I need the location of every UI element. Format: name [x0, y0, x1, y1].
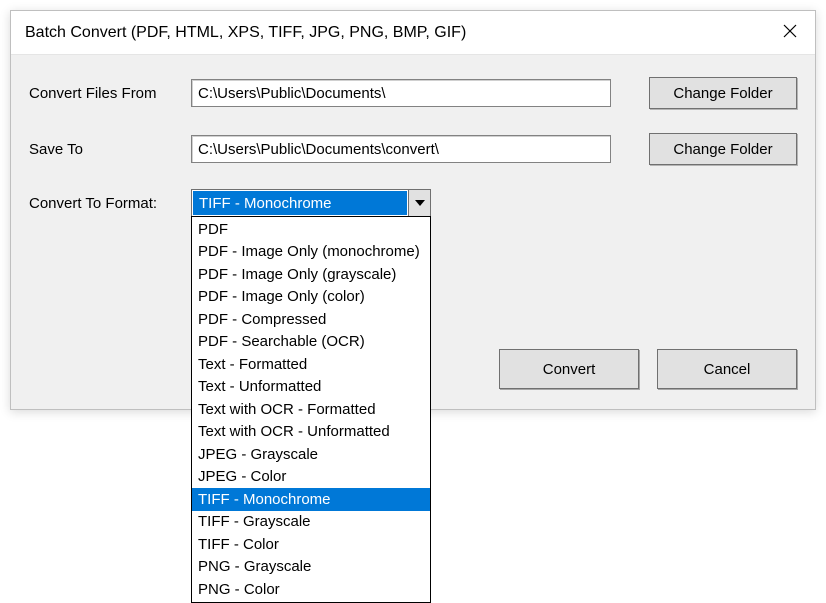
format-option[interactable]: PDF - Image Only (monochrome)	[192, 241, 430, 264]
format-option[interactable]: JPEG - Grayscale	[192, 443, 430, 466]
format-option[interactable]: TIFF - Monochrome	[192, 488, 430, 511]
change-folder-saveto-button[interactable]: Change Folder	[649, 133, 797, 165]
input-save-to[interactable]	[191, 135, 611, 163]
format-option[interactable]: PNG - Color	[192, 578, 430, 601]
cancel-button[interactable]: Cancel	[657, 349, 797, 389]
row-format: Convert To Format: TIFF - Monochrome PDF…	[29, 189, 797, 217]
format-combobox[interactable]: TIFF - Monochrome	[191, 189, 431, 217]
format-option[interactable]: TIFF - Color	[192, 533, 430, 556]
dialog-content: Convert Files From Change Folder Save To…	[11, 55, 815, 235]
footer-buttons: Convert Cancel	[499, 349, 797, 389]
format-option[interactable]: PDF - Image Only (grayscale)	[192, 263, 430, 286]
format-combo-wrapper: TIFF - Monochrome PDFPDF - Image Only (m…	[191, 189, 431, 217]
format-option[interactable]: PDF - Compressed	[192, 308, 430, 331]
window-title: Batch Convert (PDF, HTML, XPS, TIFF, JPG…	[25, 24, 466, 42]
label-convert-from: Convert Files From	[29, 85, 191, 102]
change-folder-from-button[interactable]: Change Folder	[649, 77, 797, 109]
format-option[interactable]: Text with OCR - Formatted	[192, 398, 430, 421]
row-save-to: Save To Change Folder	[29, 133, 797, 165]
chevron-down-icon	[408, 190, 430, 216]
input-convert-from[interactable]	[191, 79, 611, 107]
format-option[interactable]: Text - Unformatted	[192, 376, 430, 399]
format-option[interactable]: PDF	[192, 218, 430, 241]
close-button[interactable]	[765, 11, 815, 55]
batch-convert-dialog: Batch Convert (PDF, HTML, XPS, TIFF, JPG…	[10, 10, 816, 410]
format-option[interactable]: Text with OCR - Unformatted	[192, 421, 430, 444]
format-option[interactable]: PDF - Image Only (color)	[192, 286, 430, 309]
row-convert-from: Convert Files From Change Folder	[29, 77, 797, 109]
format-dropdown[interactable]: PDFPDF - Image Only (monochrome)PDF - Im…	[191, 216, 431, 603]
format-option[interactable]: Text - Formatted	[192, 353, 430, 376]
titlebar: Batch Convert (PDF, HTML, XPS, TIFF, JPG…	[11, 11, 815, 55]
label-convert-format: Convert To Format:	[29, 195, 191, 212]
convert-button[interactable]: Convert	[499, 349, 639, 389]
format-option[interactable]: PNG - Grayscale	[192, 556, 430, 579]
label-save-to: Save To	[29, 141, 191, 158]
format-selected-value: TIFF - Monochrome	[193, 191, 407, 215]
close-icon	[783, 24, 797, 41]
format-option[interactable]: JPEG - Color	[192, 466, 430, 489]
format-option[interactable]: TIFF - Grayscale	[192, 511, 430, 534]
format-option[interactable]: PDF - Searchable (OCR)	[192, 331, 430, 354]
